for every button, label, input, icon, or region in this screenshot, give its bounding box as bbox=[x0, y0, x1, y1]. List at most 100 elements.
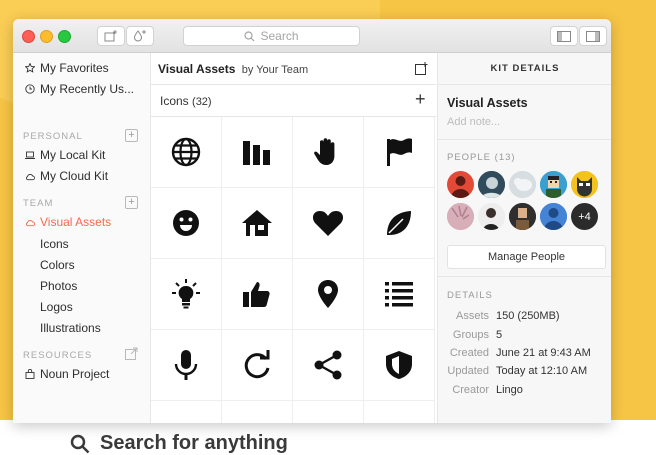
titlebar: Search bbox=[13, 19, 611, 53]
section-personal: PERSONAL bbox=[23, 130, 83, 142]
refresh-icon[interactable] bbox=[222, 330, 293, 401]
microphone-icon[interactable] bbox=[151, 330, 222, 401]
star-icon bbox=[25, 63, 35, 73]
leaf-icon[interactable] bbox=[364, 188, 435, 259]
detail-row-assets: Assets 150 (250MB) bbox=[438, 310, 560, 326]
section-resources: RESOURCES bbox=[23, 349, 93, 361]
sidebar-item-visual-assets[interactable]: Visual Assets bbox=[25, 213, 111, 231]
icon-grid bbox=[151, 117, 436, 423]
thumbs-up-icon[interactable] bbox=[222, 259, 293, 330]
zoom-window-button[interactable] bbox=[58, 30, 71, 43]
bar-chart-icon[interactable] bbox=[222, 117, 293, 188]
minimize-window-button[interactable] bbox=[40, 30, 53, 43]
avatar[interactable] bbox=[447, 203, 474, 230]
sidebar-item-label: My Recently Us... bbox=[40, 82, 135, 96]
section-title: Icons (32) bbox=[160, 94, 212, 108]
flag-icon[interactable] bbox=[364, 117, 435, 188]
detail-value: Lingo bbox=[496, 384, 523, 396]
house-icon[interactable] bbox=[222, 188, 293, 259]
grid-cell bbox=[364, 401, 435, 423]
detail-key: Groups bbox=[452, 329, 489, 341]
hand-icon[interactable] bbox=[293, 117, 364, 188]
section-header: Icons (32) + bbox=[151, 85, 436, 117]
plus-icon: + bbox=[128, 129, 135, 141]
detail-key: Creator bbox=[452, 384, 489, 396]
drop-icon bbox=[133, 30, 146, 42]
grid-cell bbox=[151, 401, 222, 423]
new-asset-button[interactable] bbox=[97, 26, 125, 46]
detail-key: Created bbox=[449, 347, 489, 359]
heart-icon[interactable] bbox=[293, 188, 364, 259]
sidebar-subitem-illustrations[interactable]: Illustrations bbox=[40, 319, 101, 337]
search-icon bbox=[244, 30, 255, 41]
map-pin-icon[interactable] bbox=[293, 259, 364, 330]
sidebar-item-favorites[interactable]: My Favorites bbox=[25, 59, 109, 77]
details-label: DETAILS bbox=[447, 290, 493, 301]
people-label: PEOPLE (13) bbox=[447, 152, 516, 163]
avatar[interactable] bbox=[478, 171, 505, 198]
sidebar-item-label: My Cloud Kit bbox=[40, 169, 109, 183]
manage-people-button[interactable]: Manage People bbox=[447, 245, 606, 269]
search-field[interactable]: Search bbox=[183, 26, 360, 46]
sidebar-subitem-colors[interactable]: Colors bbox=[40, 256, 75, 274]
avatar[interactable] bbox=[478, 203, 505, 230]
sidebar-item-local-kit[interactable]: My Local Kit bbox=[25, 146, 105, 164]
add-personal-kit-button[interactable]: + bbox=[125, 129, 138, 142]
sidebar-subitem-icons[interactable]: Icons bbox=[40, 235, 69, 253]
search-anything-field[interactable]: Search for anything bbox=[70, 432, 288, 455]
note-field[interactable]: Add note... bbox=[447, 116, 500, 128]
detail-row-created: Created June 21 at 9:43 AM bbox=[438, 347, 591, 363]
clock-icon bbox=[25, 84, 35, 94]
avatar[interactable] bbox=[540, 171, 567, 198]
cloud-icon bbox=[25, 217, 35, 227]
section-label: Icons bbox=[160, 94, 189, 108]
list-icon[interactable] bbox=[364, 259, 435, 330]
plus-icon: + bbox=[415, 89, 426, 109]
detail-value: 150 (250MB) bbox=[496, 310, 560, 322]
sidebar-subitem-logos[interactable]: Logos bbox=[40, 298, 73, 316]
asset-browser: Visual Assets by Your Team Icons (32) + bbox=[151, 53, 436, 423]
new-item-icon[interactable] bbox=[415, 62, 428, 80]
app-window: Search My Favorites My Recently Us... PE… bbox=[13, 19, 611, 423]
external-link-icon[interactable] bbox=[125, 347, 138, 365]
globe-icon[interactable] bbox=[151, 117, 222, 188]
left-panel-icon bbox=[557, 30, 571, 42]
detail-key: Assets bbox=[455, 310, 489, 322]
new-color-button[interactable] bbox=[126, 26, 154, 46]
sidebar-item-noun-project[interactable]: Noun Project bbox=[25, 365, 109, 383]
close-window-button[interactable] bbox=[22, 30, 35, 43]
sidebar-subitem-photos[interactable]: Photos bbox=[40, 277, 77, 295]
toggle-sidebar-button[interactable] bbox=[550, 26, 578, 46]
kit-title: Visual Assets by Your Team bbox=[158, 62, 308, 76]
detail-row-groups: Groups 5 bbox=[438, 329, 502, 345]
add-asset-button[interactable]: + bbox=[415, 89, 426, 110]
avatar[interactable] bbox=[447, 171, 474, 198]
detail-row-updated: Updated Today at 12:10 AM bbox=[438, 365, 587, 381]
kit-owner: by Your Team bbox=[241, 64, 309, 76]
smiley-icon[interactable] bbox=[151, 188, 222, 259]
search-placeholder: Search bbox=[260, 29, 299, 43]
toggle-details-button[interactable] bbox=[579, 26, 607, 46]
more-people-badge[interactable]: +4 bbox=[571, 203, 598, 230]
detail-value: Today at 12:10 AM bbox=[496, 365, 588, 377]
shield-icon[interactable] bbox=[364, 330, 435, 401]
kit-details-panel: KIT DETAILS Visual Assets Add note... PE… bbox=[437, 53, 611, 423]
share-icon[interactable] bbox=[293, 330, 364, 401]
cloud-icon bbox=[25, 171, 35, 181]
bag-icon bbox=[25, 369, 35, 379]
sidebar-item-recently-used[interactable]: My Recently Us... bbox=[25, 80, 134, 98]
sidebar-item-cloud-kit[interactable]: My Cloud Kit bbox=[25, 167, 108, 185]
lightbulb-icon[interactable] bbox=[151, 259, 222, 330]
avatar[interactable] bbox=[509, 203, 536, 230]
grid-cell bbox=[222, 401, 293, 423]
sidebar: My Favorites My Recently Us... PERSONAL … bbox=[13, 53, 151, 423]
plus-icon: + bbox=[128, 196, 135, 208]
sidebar-item-label: Noun Project bbox=[40, 367, 110, 381]
kit-header: Visual Assets by Your Team bbox=[151, 53, 436, 85]
avatar[interactable] bbox=[571, 171, 598, 198]
detail-value: June 21 at 9:43 AM bbox=[496, 347, 591, 359]
avatar[interactable] bbox=[540, 203, 567, 230]
add-team-kit-button[interactable]: + bbox=[125, 196, 138, 209]
new-window-icon bbox=[104, 30, 117, 42]
avatar[interactable] bbox=[509, 171, 536, 198]
